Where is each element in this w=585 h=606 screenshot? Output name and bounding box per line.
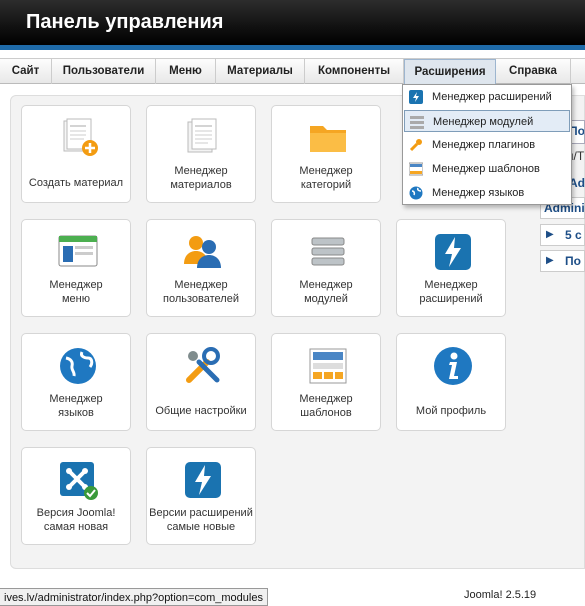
language-icon (409, 186, 423, 200)
joomla-icon (60, 462, 98, 500)
extension-icon (435, 234, 471, 270)
tile-joomla-version[interactable]: Версия Joomla! самая новая (21, 447, 131, 545)
dropdown-item-module-manager[interactable]: Менеджер модулей (404, 110, 570, 132)
chevron-right-icon: ▶ (546, 229, 554, 240)
tile-label: Менеджер материалов (170, 165, 232, 191)
tile-template-manager[interactable]: Менеджер шаблонов (271, 333, 381, 431)
tile-label: Общие настройки (155, 405, 247, 417)
tile-label: Версии расширений самые новые (149, 507, 253, 533)
dropdown-item-language-manager[interactable]: Менеджер языков (404, 182, 570, 204)
side-panel-item[interactable]: ▶ 5 с (540, 224, 585, 246)
extension-icon (409, 90, 423, 104)
dropdown-item-template-manager[interactable]: Менеджер шаблонов (404, 158, 570, 180)
menu-content[interactable]: Материалы (216, 59, 305, 84)
extensions-dropdown: Менеджер расширений Менеджер модулей Мен… (402, 84, 572, 205)
tile-extension-updates[interactable]: Версии расширений самые новые (146, 447, 256, 545)
chevron-right-icon: ▶ (546, 255, 554, 266)
menu-site[interactable]: Сайт (0, 59, 52, 84)
page-title: Панель управления (26, 11, 224, 33)
tile-my-profile[interactable]: Мой профиль (396, 333, 506, 431)
menu-extensions[interactable]: Расширения (404, 59, 496, 85)
main-menu-bar: Сайт Пользователи Меню Материалы Компоне… (0, 58, 585, 85)
tools-icon (186, 347, 220, 383)
app-header: Панель управления (0, 0, 585, 50)
tile-category-manager[interactable]: Менеджер категорий (271, 105, 381, 203)
menu-help[interactable]: Справка (496, 59, 571, 84)
globe-icon (60, 348, 96, 384)
joomla-version-text: Joomla! 2.5.19 (464, 589, 537, 601)
menu-components[interactable]: Компоненты (305, 59, 404, 84)
extension-icon (185, 462, 221, 498)
tile-module-manager[interactable]: Менеджер модулей (271, 219, 381, 317)
tile-label: Менеджер пользователей (163, 279, 239, 305)
tile-label: Менеджер модулей (299, 279, 353, 305)
menu-menus[interactable]: Меню (156, 59, 216, 84)
side-panel-item[interactable]: ▶ По (540, 250, 585, 272)
info-icon (434, 347, 472, 385)
tile-user-manager[interactable]: Менеджер пользователей (146, 219, 256, 317)
template-icon (309, 348, 347, 384)
modules-icon (410, 116, 424, 129)
tile-article-manager[interactable]: Менеджер материалов (146, 105, 256, 203)
tile-extension-manager[interactable]: Менеджер расширений (396, 219, 506, 317)
plugin-icon (409, 139, 422, 152)
menu-icon (58, 235, 98, 267)
tile-label: Менеджер категорий (299, 165, 353, 191)
tile-create-article[interactable]: Создать материал (21, 105, 131, 203)
tile-menu-manager[interactable]: Менеджер меню (21, 219, 131, 317)
new-article-icon (63, 118, 98, 156)
dropdown-item-extension-manager[interactable]: Менеджер расширений (404, 86, 570, 108)
tile-label: Менеджер меню (49, 279, 103, 305)
articles-icon (187, 118, 217, 153)
tile-label: Мой профиль (415, 405, 487, 417)
tile-label: Менеджер расширений (419, 279, 483, 305)
browser-status-url: ives.lv/administrator/index.php?option=c… (0, 588, 268, 606)
dropdown-item-plugin-manager[interactable]: Менеджер плагинов (404, 134, 570, 156)
folder-icon (310, 126, 346, 152)
menu-users[interactable]: Пользователи (52, 59, 156, 84)
tile-label: Создать материал (28, 177, 124, 189)
tile-label: Версия Joomla! самая новая (36, 507, 116, 533)
tile-label: Менеджер шаблонов (299, 393, 353, 419)
users-icon (184, 236, 221, 268)
template-icon (409, 162, 423, 176)
modules-icon (311, 237, 345, 266)
tile-global-config[interactable]: Общие настройки (146, 333, 256, 431)
tile-language-manager[interactable]: Менеджер языков (21, 333, 131, 431)
tile-label: Менеджер языков (49, 393, 103, 419)
